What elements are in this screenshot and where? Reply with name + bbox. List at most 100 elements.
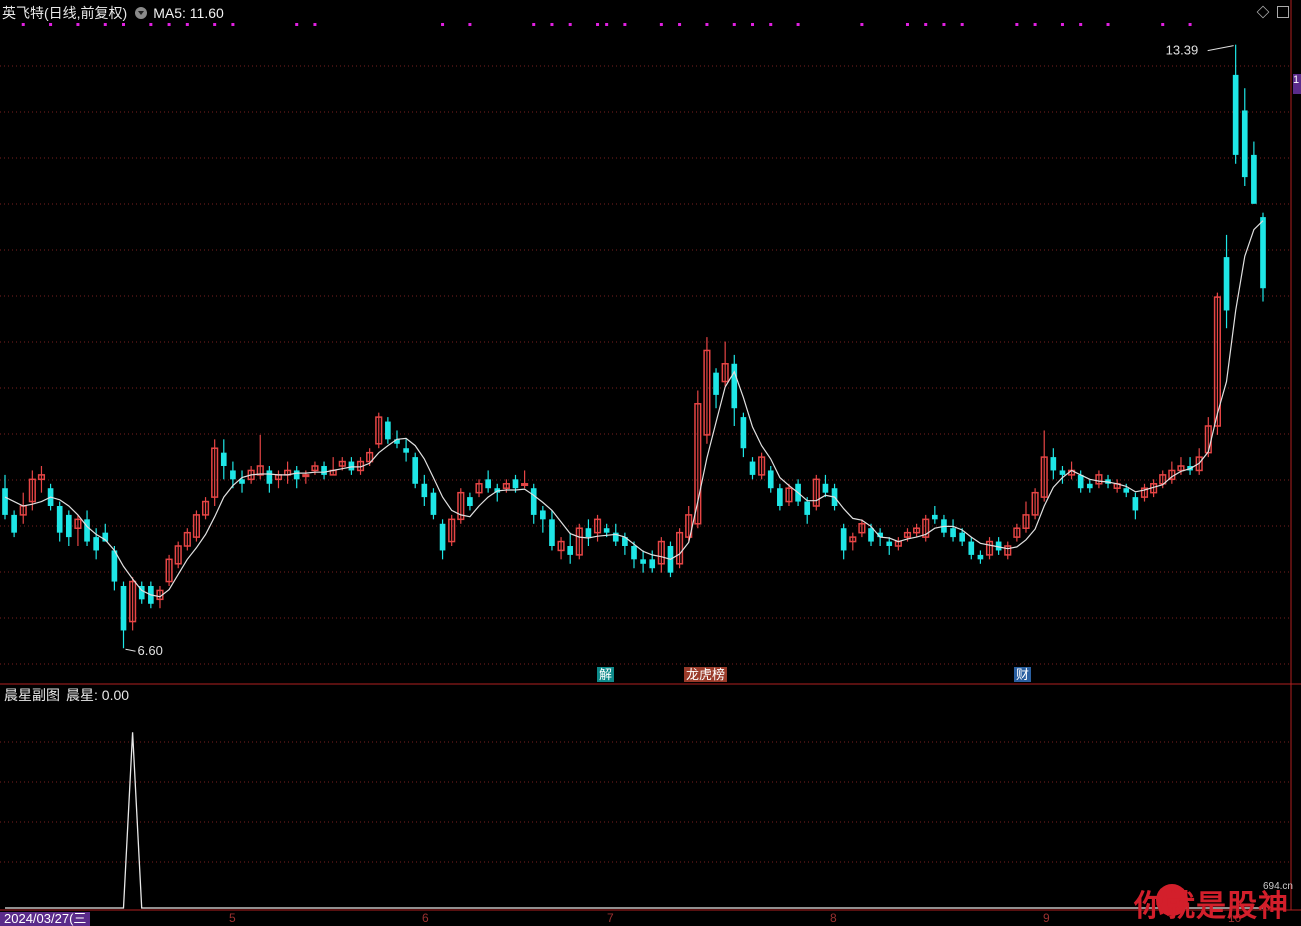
candle-body-down <box>749 461 756 475</box>
signal-dot <box>295 23 299 26</box>
candle-body-down <box>567 546 574 555</box>
candle-body-down <box>439 523 446 551</box>
candle-body-down <box>804 501 811 515</box>
sub-chart-value: 晨星: 0.00 <box>66 687 130 703</box>
candle-body-down <box>1132 497 1139 511</box>
candle-body-down <box>93 537 99 551</box>
signal-dot <box>860 23 864 26</box>
candle-body-down <box>959 532 965 542</box>
candle-body-down <box>348 461 355 471</box>
candle-body-down <box>385 421 391 440</box>
signal-dot <box>659 23 663 26</box>
candle-body-down <box>886 541 893 546</box>
month-label: 6 <box>422 911 429 925</box>
candle-body-down <box>412 457 419 484</box>
marker-unlock[interactable]: 解 <box>597 667 615 682</box>
candle-body-down <box>11 514 17 533</box>
sub-chart-title: 晨星副图 <box>4 687 60 703</box>
candle-body-down <box>868 528 874 542</box>
candle-body-down <box>403 448 409 453</box>
signal-dot <box>1106 23 1110 26</box>
month-label: 9 <box>1043 911 1050 925</box>
candle-body-down <box>540 510 546 520</box>
maximize-icon[interactable] <box>1277 6 1289 18</box>
candle-body-down <box>968 541 975 555</box>
high-price-label: 13.39 <box>1166 43 1199 58</box>
signal-dot <box>568 23 572 26</box>
diamond-icon[interactable] <box>1256 5 1270 19</box>
candle-body-down <box>530 488 537 515</box>
candle-body-up <box>521 483 529 487</box>
candle-body-down <box>640 559 646 564</box>
signal-dot <box>905 23 909 26</box>
candle-body-down <box>485 479 491 489</box>
candle-body-down <box>84 519 90 542</box>
month-label: 5 <box>229 911 236 925</box>
candle-body-down <box>430 492 437 515</box>
month-label: 8 <box>830 911 837 925</box>
kline-chart-area[interactable]: 13.39 6.60 <box>0 0 1301 924</box>
signal-dot <box>751 23 755 26</box>
edge-price-tag: 1 <box>1293 74 1301 94</box>
signal-dot <box>1060 23 1064 26</box>
candle-body-down <box>1260 217 1266 289</box>
high-arrow <box>1207 45 1234 52</box>
signal-dot <box>960 23 964 26</box>
signal-dot <box>732 23 736 26</box>
signal-dot <box>468 23 472 26</box>
candle-body-down <box>293 470 300 480</box>
candle-body-down <box>1241 110 1248 178</box>
candle-body-down <box>65 514 72 538</box>
signal-dot <box>924 23 928 26</box>
marker-finance[interactable]: 财 <box>1014 667 1032 682</box>
signal-dot <box>796 23 800 26</box>
ma-label: MA5: 11.60 <box>153 5 224 21</box>
chevron-down-icon[interactable] <box>135 7 148 19</box>
candle-body-down <box>950 528 956 538</box>
candle-body-down <box>1077 474 1084 489</box>
signal-dot <box>1033 23 1037 26</box>
candle-body-down <box>1059 470 1066 475</box>
candle-body-down <box>1251 154 1257 204</box>
candle-body-down <box>740 417 747 449</box>
signal-dot <box>1161 23 1165 26</box>
main-chart-header: 英飞特(日线,前复权) MA5: 11.60 <box>0 0 224 26</box>
candle-body-down <box>822 483 829 493</box>
signal-dot <box>705 23 709 26</box>
month-label: 7 <box>607 911 614 925</box>
candle-body-down <box>731 363 738 409</box>
candle-body-down <box>56 506 63 533</box>
signal-dot <box>605 23 609 26</box>
candle-body-down <box>266 470 273 484</box>
candle-body-down <box>230 470 236 480</box>
candle-body-down <box>585 528 592 538</box>
signal-dot <box>678 23 682 26</box>
signal-dot <box>231 23 235 26</box>
signal-dot <box>623 23 627 26</box>
low-arrow <box>125 648 136 652</box>
candle-body-down <box>603 528 610 533</box>
candle-body-down <box>631 546 637 560</box>
candle-body-down <box>2 488 8 515</box>
signal-dot <box>532 23 536 26</box>
sub-chart-header: 晨星副图 晨星: 0.00 <box>0 685 129 705</box>
candle-body-down <box>421 483 428 498</box>
marker-dragon-tiger[interactable]: 龙虎榜 <box>684 667 728 682</box>
candle-body-down <box>111 550 118 582</box>
signal-dot <box>1188 23 1192 26</box>
candle-body-down <box>767 470 774 489</box>
candle-body-down <box>840 528 847 551</box>
chenxing-line <box>5 732 1263 909</box>
signal-dot <box>550 23 554 26</box>
candle-body-down <box>321 466 327 475</box>
candle-body-down <box>1223 257 1230 311</box>
watermark-site: 694.cn <box>1262 881 1293 892</box>
ma5-line <box>4 220 1264 598</box>
candle-body-down <box>713 372 719 395</box>
candle-body-down <box>1123 488 1130 493</box>
candle-body-up <box>302 474 310 478</box>
candle-body-down <box>220 452 227 466</box>
signal-dot <box>313 23 317 26</box>
stock-title: 英飞特(日线,前复权) <box>2 5 128 21</box>
candle-body-down <box>120 586 127 631</box>
